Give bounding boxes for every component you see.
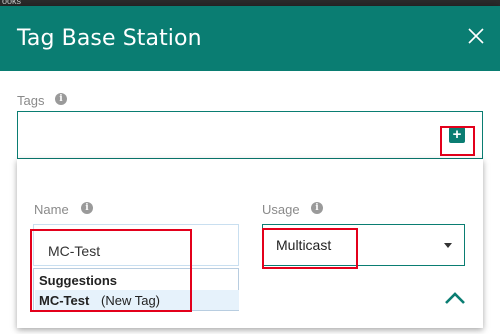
- tags-input[interactable]: [17, 111, 483, 159]
- tags-label: Tags: [17, 93, 45, 108]
- chevron-up-icon[interactable]: [444, 291, 466, 305]
- highlight-name-suggestion: [30, 229, 192, 312]
- usage-info-icon[interactable]: i: [311, 202, 323, 214]
- name-info-icon[interactable]: i: [81, 202, 93, 214]
- highlight-usage: [262, 228, 358, 269]
- dialog-header: Tag Base Station: [0, 6, 500, 71]
- name-label: Name: [34, 202, 69, 217]
- dialog-title: Tag Base Station: [17, 26, 202, 51]
- usage-label: Usage: [262, 202, 300, 217]
- caret-down-icon: [444, 243, 452, 248]
- close-icon[interactable]: [466, 26, 486, 46]
- highlight-add-tag: [440, 126, 475, 156]
- tags-info-icon[interactable]: i: [55, 93, 67, 105]
